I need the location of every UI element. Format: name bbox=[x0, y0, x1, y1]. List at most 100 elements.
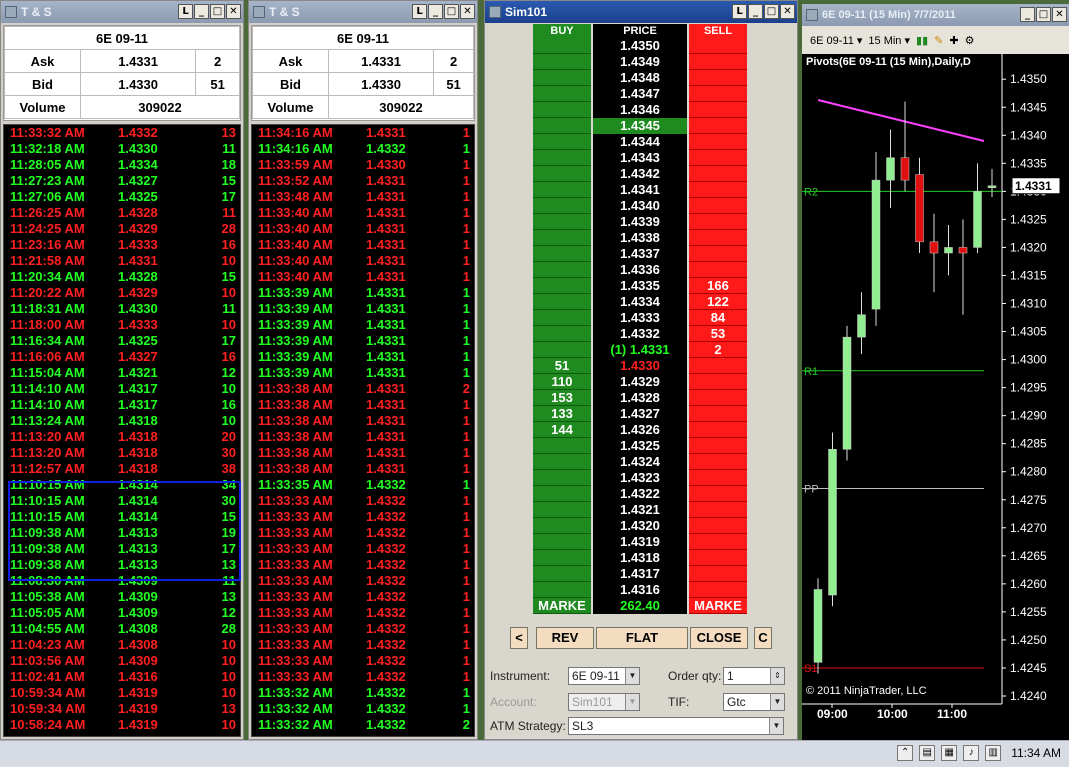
buy-cell[interactable] bbox=[533, 86, 591, 102]
trade-row[interactable]: 11:33:38 AM 1.4331 1 bbox=[252, 429, 474, 445]
account-select[interactable]: Sim101 ▼ bbox=[568, 693, 640, 711]
market-buy-button[interactable]: MARKE bbox=[533, 598, 591, 614]
buy-cell[interactable] bbox=[533, 182, 591, 198]
sell-cell[interactable] bbox=[689, 422, 747, 438]
sell-cell[interactable] bbox=[689, 166, 747, 182]
trade-tape[interactable]: 11:33:32 AM 1.4332 13 11:32:18 AM 1.4330 11 11… bbox=[3, 124, 241, 737]
trade-row[interactable]: 11:33:40 AM 1.4331 1 bbox=[252, 269, 474, 285]
trade-row[interactable]: 11:21:58 AM 1.4331 10 bbox=[4, 253, 240, 269]
buy-cell[interactable] bbox=[533, 214, 591, 230]
buy-cell[interactable] bbox=[533, 438, 591, 454]
trade-row[interactable]: 11:33:33 AM 1.4332 1 bbox=[252, 493, 474, 509]
trade-row[interactable]: 11:14:10 AM 1.4317 10 bbox=[4, 381, 240, 397]
trade-row[interactable]: 11:18:00 AM 1.4333 10 bbox=[4, 317, 240, 333]
trade-row[interactable]: 11:16:34 AM 1.4325 17 bbox=[4, 333, 240, 349]
buy-cell[interactable] bbox=[533, 230, 591, 246]
cancel-orders-button[interactable]: C bbox=[754, 627, 772, 649]
buy-cell[interactable]: 153 bbox=[533, 390, 591, 406]
buy-cell[interactable] bbox=[533, 486, 591, 502]
minimize-button[interactable]: _ bbox=[748, 4, 763, 19]
trade-row[interactable]: 11:33:39 AM 1.4331 1 bbox=[252, 285, 474, 301]
flatten-button[interactable]: FLAT bbox=[596, 627, 688, 649]
power-icon[interactable]: ▥ bbox=[985, 745, 1002, 761]
trade-row[interactable]: 11:33:33 AM 1.4332 1 bbox=[252, 557, 474, 573]
trade-row[interactable]: 11:24:25 AM 1.4329 28 bbox=[4, 221, 240, 237]
trade-row[interactable]: 11:33:38 AM 1.4331 1 bbox=[252, 413, 474, 429]
trade-row[interactable]: 11:33:39 AM 1.4331 1 bbox=[252, 349, 474, 365]
maximize-button[interactable]: □ bbox=[764, 4, 779, 19]
sell-cell[interactable]: 166 bbox=[689, 278, 747, 294]
sell-cell[interactable] bbox=[689, 518, 747, 534]
sell-cell[interactable] bbox=[689, 182, 747, 198]
trade-row[interactable]: 11:28:05 AM 1.4334 18 bbox=[4, 157, 240, 173]
minimize-button[interactable]: _ bbox=[1020, 7, 1035, 22]
buy-cell[interactable] bbox=[533, 246, 591, 262]
minimize-button[interactable]: _ bbox=[194, 4, 209, 19]
buy-cell[interactable]: 144 bbox=[533, 422, 591, 438]
buy-cell[interactable] bbox=[533, 134, 591, 150]
sell-cell[interactable] bbox=[689, 86, 747, 102]
buy-cell[interactable] bbox=[533, 310, 591, 326]
sell-cell[interactable] bbox=[689, 262, 747, 278]
trade-row[interactable]: 11:12:57 AM 1.4318 38 bbox=[4, 461, 240, 477]
trade-row[interactable]: 11:03:56 AM 1.4309 10 bbox=[4, 653, 240, 669]
instrument-select[interactable]: 6E 09-11 ▼ bbox=[568, 667, 640, 685]
properties-icon[interactable]: ⚙ bbox=[965, 34, 975, 47]
sell-cell[interactable] bbox=[689, 102, 747, 118]
trade-row[interactable]: 11:33:32 AM 1.4332 2 bbox=[252, 717, 474, 733]
trade-row[interactable]: 10:59:34 AM 1.4319 13 bbox=[4, 701, 240, 717]
instrument-selector[interactable]: 6E 09-11 ▾ bbox=[810, 34, 862, 47]
trade-row[interactable]: 11:33:33 AM 1.4332 1 bbox=[252, 541, 474, 557]
trade-row[interactable]: 10:59:34 AM 1.4319 10 bbox=[4, 685, 240, 701]
buy-cell[interactable] bbox=[533, 582, 591, 598]
buy-cell[interactable] bbox=[533, 102, 591, 118]
sell-cell[interactable] bbox=[689, 502, 747, 518]
trade-row[interactable]: 11:33:38 AM 1.4331 2 bbox=[252, 381, 474, 397]
close-button[interactable]: ✕ bbox=[226, 4, 241, 19]
trade-row[interactable]: 11:33:33 AM 1.4332 1 bbox=[252, 525, 474, 541]
trade-row[interactable]: 11:27:23 AM 1.4327 15 bbox=[4, 173, 240, 189]
close-position-button[interactable]: CLOSE bbox=[690, 627, 748, 649]
buy-cell[interactable] bbox=[533, 38, 591, 54]
sell-cell[interactable] bbox=[689, 486, 747, 502]
buy-cell[interactable] bbox=[533, 118, 591, 134]
close-button[interactable]: ✕ bbox=[780, 4, 795, 19]
trade-row[interactable]: 11:33:39 AM 1.4331 1 bbox=[252, 333, 474, 349]
trade-row[interactable]: 11:16:06 AM 1.4327 16 bbox=[4, 349, 240, 365]
trade-row[interactable]: 11:27:06 AM 1.4325 17 bbox=[4, 189, 240, 205]
trade-row[interactable]: 11:13:24 AM 1.4318 10 bbox=[4, 413, 240, 429]
buy-cell[interactable] bbox=[533, 198, 591, 214]
atm-strategy-select[interactable]: SL3 ▼ bbox=[568, 717, 784, 735]
order-qty-stepper[interactable]: 1 ⇕ bbox=[723, 667, 785, 685]
trade-row[interactable]: 11:33:52 AM 1.4331 1 bbox=[252, 173, 474, 189]
trade-row[interactable]: 11:34:16 AM 1.4332 1 bbox=[252, 141, 474, 157]
trade-row[interactable]: 11:02:41 AM 1.4316 10 bbox=[4, 669, 240, 685]
buy-cell[interactable] bbox=[533, 54, 591, 70]
pencil-icon[interactable]: ✎ bbox=[934, 34, 943, 47]
trade-row[interactable]: 11:33:35 AM 1.4332 1 bbox=[252, 477, 474, 493]
trade-row[interactable]: 11:33:38 AM 1.4331 1 bbox=[252, 445, 474, 461]
sell-cell[interactable] bbox=[689, 470, 747, 486]
sell-cell[interactable] bbox=[689, 118, 747, 134]
minimize-button[interactable]: _ bbox=[428, 4, 443, 19]
sell-cell[interactable] bbox=[689, 54, 747, 70]
buy-cell[interactable] bbox=[533, 518, 591, 534]
trade-row[interactable]: 11:33:33 AM 1.4332 1 bbox=[252, 621, 474, 637]
close-button[interactable]: ✕ bbox=[1052, 7, 1067, 22]
chart-window-titlebar[interactable]: 6E 09-11 (15 Min) 7/7/2011 _ □ ✕ bbox=[802, 4, 1069, 26]
trade-row[interactable]: 11:33:40 AM 1.4331 1 bbox=[252, 221, 474, 237]
trade-row[interactable]: 11:23:16 AM 1.4333 16 bbox=[4, 237, 240, 253]
sell-cell[interactable] bbox=[689, 70, 747, 86]
clock[interactable]: 11:34 AM bbox=[1011, 746, 1061, 760]
buy-cell[interactable] bbox=[533, 70, 591, 86]
sell-cell[interactable] bbox=[689, 38, 747, 54]
market-sell-button[interactable]: MARKE bbox=[689, 598, 747, 614]
link-button[interactable]: L bbox=[732, 4, 747, 19]
trade-row[interactable]: 11:33:40 AM 1.4331 1 bbox=[252, 253, 474, 269]
sell-cell[interactable] bbox=[689, 374, 747, 390]
buy-cell[interactable] bbox=[533, 326, 591, 342]
trade-row[interactable]: 11:33:33 AM 1.4332 1 bbox=[252, 573, 474, 589]
buy-cell[interactable] bbox=[533, 470, 591, 486]
link-button[interactable]: L bbox=[412, 4, 427, 19]
candlestick-icon[interactable]: ▮▮ bbox=[916, 34, 928, 47]
